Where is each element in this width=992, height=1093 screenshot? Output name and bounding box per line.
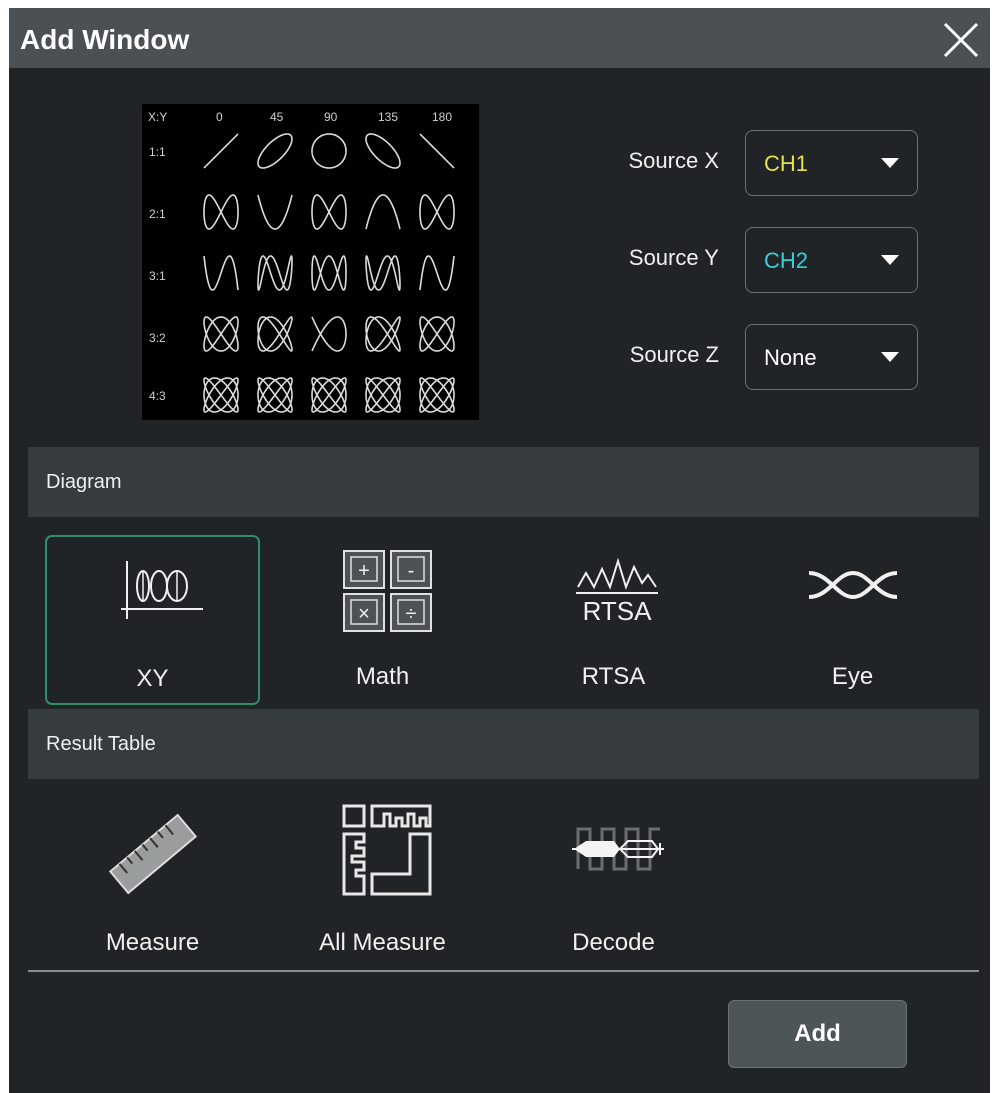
- close-icon[interactable]: [939, 18, 983, 62]
- phase-label: 180: [432, 110, 452, 124]
- phase-label: 45: [270, 110, 284, 124]
- source-z-label: Source Z: [629, 342, 719, 367]
- lissajous-corner-label: X:Y: [148, 110, 167, 124]
- source-x-select[interactable]: CH1: [745, 130, 918, 196]
- ratio-label: 1:1: [149, 145, 166, 159]
- result-tile-decode[interactable]: Decode: [506, 793, 721, 963]
- tile-label: Math: [355, 663, 410, 690]
- tile-label: RTSA: [581, 663, 646, 690]
- footer-divider: [28, 970, 979, 972]
- lissajous-curve: [365, 133, 401, 169]
- lissajous-curve: [365, 255, 401, 291]
- ruler-icon: [108, 813, 198, 895]
- rtsa-icon-text: RTSA: [583, 596, 653, 625]
- phase-label: 0: [216, 110, 223, 124]
- ratio-label: 4:3: [149, 389, 166, 403]
- lissajous-curve: [311, 133, 347, 169]
- dialog-title: Add Window: [20, 24, 190, 55]
- source-y-label: Source Y: [628, 245, 719, 270]
- lissajous-curve: [257, 133, 293, 169]
- add-button[interactable]: Add: [728, 1000, 907, 1068]
- lissajous-curve: [203, 133, 239, 169]
- section-title: Result Table: [46, 733, 156, 755]
- source-x-value: CH1: [764, 151, 809, 176]
- lissajous-curves: [203, 133, 455, 413]
- tile-label: Decode: [572, 929, 655, 956]
- lissajous-curve: [203, 194, 239, 230]
- math-times-glyph: ×: [358, 603, 370, 625]
- tile-label: All Measure: [319, 929, 446, 956]
- phase-label: 90: [324, 110, 338, 124]
- source-x-label: Source X: [628, 148, 720, 173]
- lissajous-curve: [311, 377, 347, 413]
- ratio-label: 2:1: [149, 207, 166, 221]
- ratio-label: 3:2: [149, 331, 166, 345]
- source-y-select[interactable]: CH2: [745, 227, 918, 293]
- dropdown-arrow-icon: [881, 255, 899, 265]
- lissajous-curve: [419, 255, 455, 291]
- source-y-value: CH2: [764, 248, 809, 273]
- diagram-tile-math[interactable]: + - × ÷ Math: [275, 535, 490, 705]
- lissajous-curve: [203, 255, 239, 291]
- add-window-dialog: Add Window X:Y 0 45 90 135 180 1:1 2:1 3…: [9, 8, 990, 1093]
- lissajous-curve: [257, 316, 293, 352]
- lissajous-curve: [419, 194, 455, 230]
- lissajous-curve: [311, 194, 347, 230]
- lissajous-curve: [203, 377, 239, 413]
- lissajous-curve: [365, 194, 401, 230]
- math-plus-glyph: +: [358, 560, 370, 582]
- tile-label: Measure: [105, 929, 200, 956]
- math-divide-glyph: ÷: [406, 603, 417, 625]
- rtsa-icon: RTSA: [576, 557, 658, 625]
- source-z-select[interactable]: None: [745, 324, 918, 390]
- math-icon: + - × ÷: [343, 550, 432, 632]
- lissajous-curve: [365, 316, 401, 352]
- result-table-section-header: Result Table: [28, 709, 979, 779]
- lissajous-curve: [257, 377, 293, 413]
- all-measure-icon: [342, 804, 432, 896]
- source-z-value: None: [764, 345, 817, 370]
- lissajous-curve: [419, 377, 455, 413]
- diagram-tile-eye[interactable]: Eye: [745, 535, 960, 705]
- diagram-tile-xy[interactable]: XY: [45, 535, 260, 705]
- dropdown-arrow-icon: [881, 158, 899, 168]
- lissajous-curve: [419, 133, 455, 169]
- decode-icon: [572, 827, 664, 871]
- lissajous-curve: [203, 316, 239, 352]
- diagram-section-header: Diagram: [28, 447, 979, 517]
- title-bar: Add Window: [9, 8, 990, 68]
- phase-label: 135: [378, 110, 398, 124]
- ratio-label: 3:1: [149, 269, 166, 283]
- lissajous-curve: [311, 316, 347, 352]
- tile-label: Eye: [831, 663, 874, 690]
- math-minus-glyph: -: [408, 560, 415, 582]
- xy-icon: [121, 561, 203, 619]
- lissajous-curve: [419, 316, 455, 352]
- lissajous-curve: [257, 255, 293, 291]
- section-title: Diagram: [46, 471, 122, 493]
- diagram-tile-rtsa[interactable]: RTSA RTSA: [506, 535, 721, 705]
- result-tile-measure[interactable]: Measure: [45, 793, 260, 963]
- lissajous-curve: [311, 255, 347, 291]
- result-tile-all-measure[interactable]: All Measure: [275, 793, 490, 963]
- lissajous-curve: [365, 377, 401, 413]
- lissajous-curve: [257, 194, 293, 230]
- eye-diagram-icon: [808, 570, 898, 600]
- tile-label: XY: [136, 665, 169, 692]
- dropdown-arrow-icon: [881, 352, 899, 362]
- lissajous-reference-image: X:Y 0 45 90 135 180 1:1 2:1 3:1 3:2 4:3: [142, 104, 479, 420]
